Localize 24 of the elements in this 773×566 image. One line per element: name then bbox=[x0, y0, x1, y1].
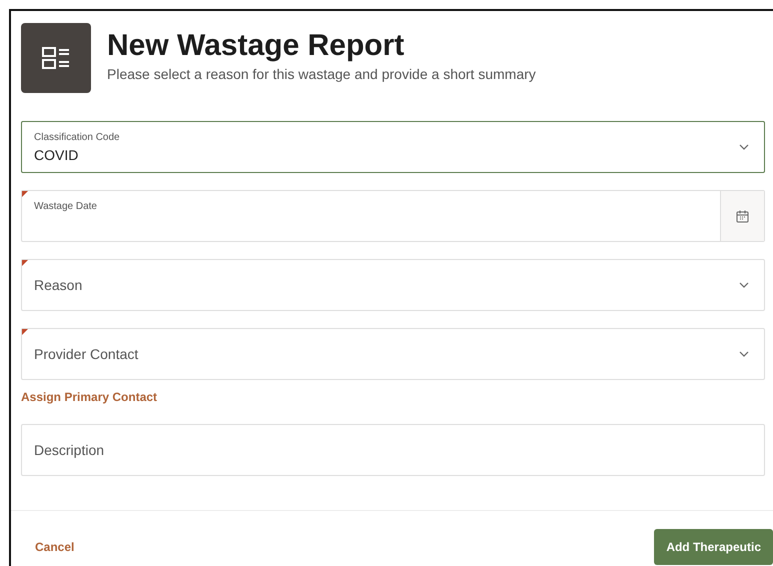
chevron-down-icon bbox=[739, 351, 749, 357]
date-field[interactable]: Wastage Date bbox=[21, 190, 765, 242]
input-field[interactable]: Description bbox=[21, 424, 765, 476]
field-placeholder: Provider Contact bbox=[34, 346, 140, 362]
required-marker bbox=[22, 329, 28, 335]
assign-contact-link[interactable]: Assign Primary Contact bbox=[21, 390, 158, 404]
list-icon bbox=[42, 47, 70, 69]
cancel-link[interactable]: Cancel bbox=[35, 540, 74, 554]
field-placeholder: Reason bbox=[34, 277, 84, 293]
form-title: New Wastage Report bbox=[107, 29, 406, 63]
field-label: Wastage Date bbox=[34, 200, 98, 212]
chevron-down-icon bbox=[739, 282, 749, 288]
select-field[interactable]: Provider Contact bbox=[21, 328, 765, 380]
add-therapeutic-button[interactable]: Add Therapeutic bbox=[654, 529, 773, 565]
required-marker bbox=[22, 260, 28, 266]
select-field[interactable]: Reason bbox=[21, 259, 765, 311]
calendar-icon[interactable] bbox=[736, 210, 749, 222]
field-value: COVID bbox=[34, 146, 80, 162]
form-subtitle: Please select a reason for this wastage and provide a short summary bbox=[107, 66, 536, 82]
chevron-down-icon bbox=[739, 144, 749, 150]
field-placeholder: Description bbox=[34, 442, 106, 458]
required-marker bbox=[22, 191, 28, 197]
field-label: Classification Code bbox=[34, 132, 121, 142]
select-field[interactable]: Classification Code COVID bbox=[21, 121, 765, 173]
